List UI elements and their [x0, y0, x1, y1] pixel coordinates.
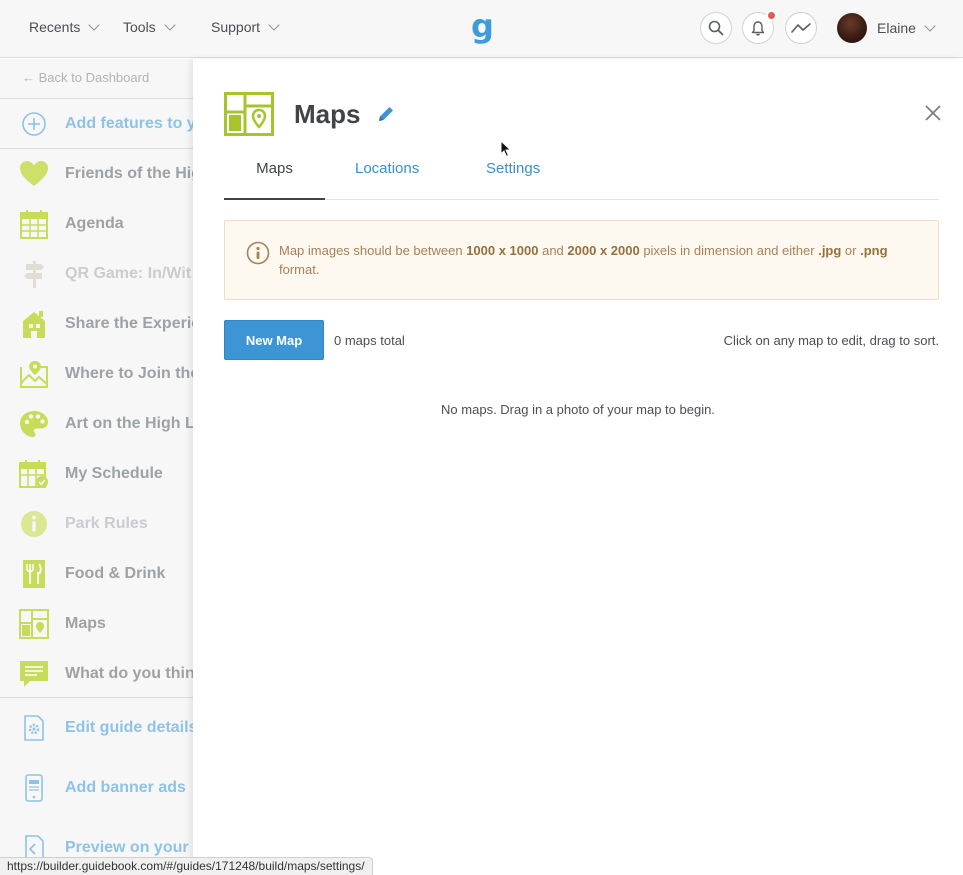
guidebook-logo[interactable]: g [471, 9, 494, 43]
sidebar-divider [0, 98, 193, 99]
sidebar-item-label: Preview on your d [65, 839, 193, 856]
empty-state-message: No maps. Drag in a photo of your map to … [441, 402, 715, 417]
sidebar-item-label: Art on the High Li [65, 415, 193, 432]
calendar-check-icon [17, 458, 51, 490]
notifications-button[interactable] [742, 10, 777, 44]
sidebar-item-art[interactable]: Art on the High Li [0, 404, 193, 444]
info-icon [246, 241, 270, 270]
sidebar-item-label: Park Rules [65, 515, 148, 532]
phone-icon [17, 772, 51, 804]
sidebar-item-edit-guide-details[interactable]: Edit guide details [0, 708, 193, 748]
user-menu[interactable]: Elaine [877, 20, 936, 36]
sidebar-item-label: Food & Drink [65, 565, 166, 582]
sidebar-divider [0, 148, 193, 149]
palette-icon [17, 408, 51, 440]
user-name-label: Elaine [877, 20, 916, 36]
sidebar-item-feedback[interactable]: What do you thin [0, 654, 193, 694]
top-nav-bar: Recents Tools Support g Elaine [0, 0, 963, 58]
back-to-dashboard-link[interactable]: ← Back to Dashboard [22, 70, 149, 85]
bell-icon [751, 20, 765, 36]
comment-icon [17, 658, 51, 690]
search-button[interactable] [700, 12, 732, 44]
sidebar-item-where-to-join[interactable]: Where to Join the [0, 354, 193, 394]
sidebar-item-label: Friends of the Hig [65, 165, 193, 182]
sidebar-item-label: Add banner ads [65, 779, 186, 796]
sidebar-item-label: Share the Experie [65, 315, 193, 332]
new-map-button[interactable]: New Map [224, 320, 324, 360]
sort-hint: Click on any map to edit, drag to sort. [723, 333, 939, 348]
activity-button[interactable] [785, 12, 817, 44]
sidebar-item-label: Agenda [65, 215, 124, 232]
sidebar-item-label: Add features to y [65, 115, 193, 132]
sidebar-item-food-drink[interactable]: Food & Drink [0, 554, 193, 594]
page-title: Maps [294, 99, 361, 129]
sidebar-item-label: Maps [65, 615, 106, 632]
sidebar-item-add-banner-ads[interactable]: Add banner ads [0, 768, 193, 808]
activity-icon [791, 23, 811, 33]
panel-tabs: Maps Locations Settings [224, 152, 939, 200]
user-avatar[interactable] [837, 13, 867, 43]
sidebar-item-qr-game[interactable]: QR Game: In/Wit [0, 254, 193, 294]
chevron-down-icon [924, 20, 936, 32]
tab-maps[interactable]: Maps [224, 160, 325, 200]
sidebar-item-share[interactable]: Share the Experie [0, 304, 193, 344]
tab-locations[interactable]: Locations [355, 160, 419, 200]
chevron-down-icon [164, 19, 176, 31]
sidebar-item-park-rules[interactable]: Park Rules [0, 504, 193, 544]
support-label: Support [211, 19, 261, 35]
mouse-cursor-icon [500, 139, 512, 163]
chevron-down-icon [88, 19, 101, 31]
notice-text: Map images should be between 1000 x 1000… [279, 243, 888, 277]
maps-header-icon [224, 92, 274, 141]
pencil-icon[interactable] [376, 104, 396, 129]
sidebar-divider [0, 697, 193, 698]
support-menu[interactable]: Support [211, 19, 280, 35]
heart-icon [17, 158, 51, 190]
status-bar-url: https://builder.guidebook.com/#/guides/1… [0, 857, 373, 875]
maps-panel: Maps Maps Locations Settings Map images … [193, 59, 963, 875]
notification-badge [766, 10, 777, 21]
sidebar-item-label: QR Game: In/Wit [65, 265, 192, 282]
info-icon [17, 508, 51, 540]
image-size-notice: Map images should be between 1000 x 1000… [224, 220, 939, 300]
maps-count: 0 maps total [334, 333, 405, 348]
tools-menu[interactable]: Tools [123, 19, 176, 35]
sidebar-item-friends[interactable]: Friends of the Hig [0, 154, 193, 194]
sidebar-item-label: Edit guide details [65, 719, 193, 736]
utensils-icon [17, 558, 51, 590]
tab-settings[interactable]: Settings [486, 160, 540, 200]
sidebar-item-agenda[interactable]: Agenda [0, 204, 193, 244]
sidebar: ← Back to Dashboard Add features to y Fr… [0, 59, 193, 875]
sidebar-item-my-schedule[interactable]: My Schedule [0, 454, 193, 494]
gear-icon [17, 712, 51, 744]
search-icon [708, 20, 724, 36]
recents-menu[interactable]: Recents [29, 19, 101, 35]
tools-label: Tools [123, 19, 156, 35]
plus-circle-icon [17, 108, 51, 140]
recents-label: Recents [29, 19, 81, 35]
signpost-icon [17, 258, 51, 290]
close-icon[interactable] [924, 104, 942, 127]
sidebar-item-add-features[interactable]: Add features to y [0, 104, 193, 144]
sidebar-item-label: My Schedule [65, 465, 163, 482]
map-pin-icon [17, 358, 51, 390]
sidebar-item-label: Where to Join the [65, 365, 193, 382]
sidebar-item-maps[interactable]: Maps [0, 604, 193, 644]
sidebar-item-label: What do you thin [65, 665, 193, 682]
map-icon [17, 608, 51, 640]
calendar-icon [17, 208, 51, 240]
chevron-down-icon [268, 19, 280, 31]
building-icon [17, 308, 51, 340]
